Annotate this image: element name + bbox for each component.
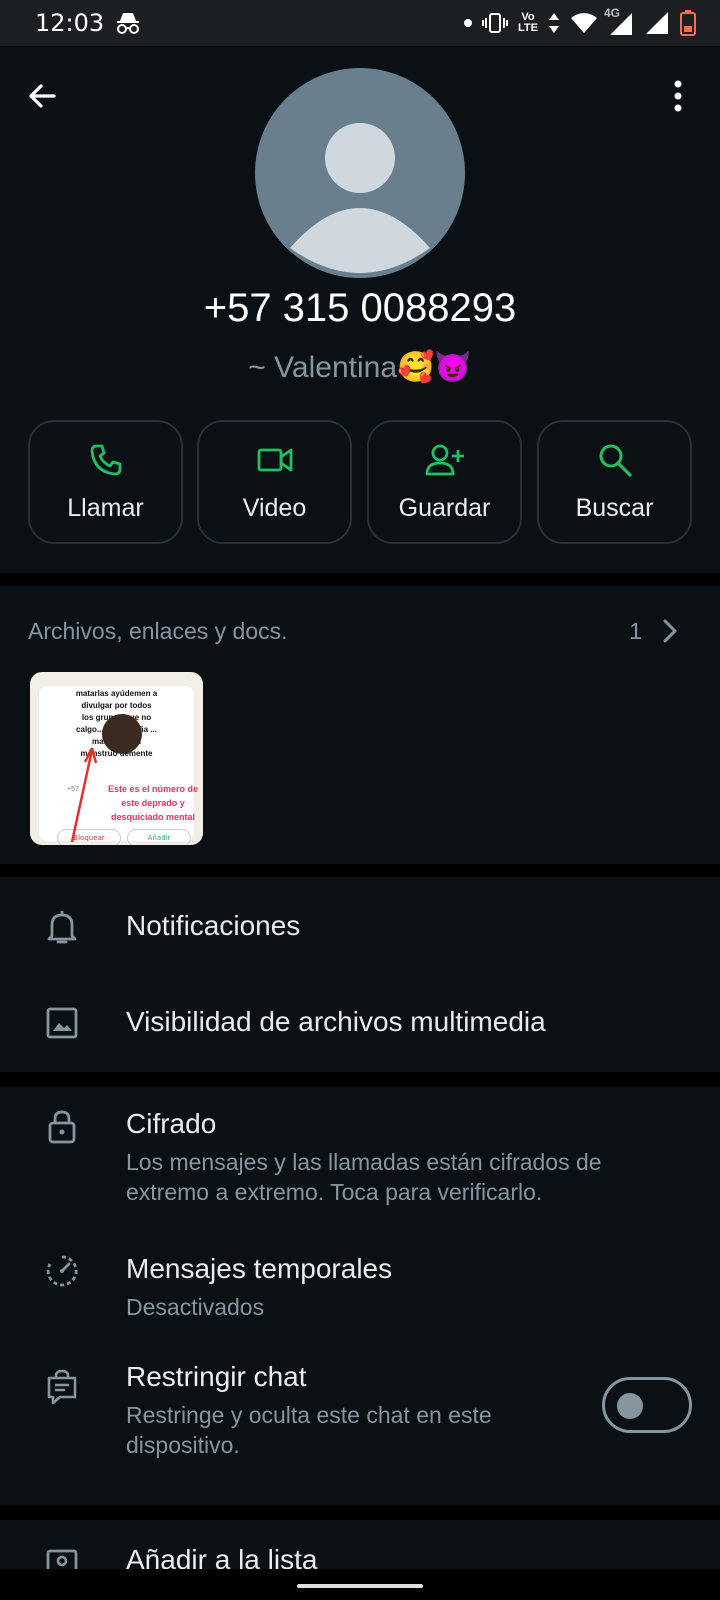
add-to-list-label: Añadir a la lista xyxy=(126,1544,318,1569)
media-count: 1 xyxy=(629,618,642,644)
encryption-row[interactable]: Cifrado Los mensajes y las llamadas está… xyxy=(0,1087,720,1215)
timer-icon xyxy=(46,1255,78,1287)
phone-icon xyxy=(90,444,121,476)
search-icon xyxy=(599,444,632,477)
gesture-navigation-bar xyxy=(0,1569,720,1600)
restrict-chat-toggle[interactable] xyxy=(602,1377,692,1433)
list-contact-icon xyxy=(46,1549,78,1569)
call-button[interactable]: Llamar xyxy=(28,420,183,544)
status-time: 12:03 xyxy=(35,9,105,37)
save-contact-label: Guardar xyxy=(398,494,491,522)
red-arrow-icon xyxy=(70,747,98,843)
chevron-right-icon[interactable] xyxy=(662,618,678,644)
status-bar: 12:03 Vo LTE 4G xyxy=(0,0,720,46)
more-options-icon[interactable] xyxy=(672,78,684,114)
contact-alias: ~ Valentina🥰😈 xyxy=(248,351,472,384)
media-section-title: Archivos, enlaces y docs. xyxy=(28,618,288,644)
disappearing-messages-title: Mensajes temporales xyxy=(126,1253,393,1284)
volte-indicator: Vo LTE xyxy=(518,12,538,34)
add-person-icon xyxy=(425,444,464,476)
notification-dot-icon xyxy=(464,19,473,27)
encryption-subtitle: Los mensajes y las llamadas están cifrad… xyxy=(126,1149,602,1205)
video-icon xyxy=(257,448,292,472)
wifi-icon xyxy=(571,13,597,33)
search-button[interactable]: Buscar xyxy=(537,420,692,544)
disappearing-messages-row[interactable]: Mensajes temporales Desactivados xyxy=(0,1215,720,1333)
vibrate-icon xyxy=(482,13,509,33)
signal-4g: 4G xyxy=(604,7,634,36)
contact-phone: +57 315 0088293 xyxy=(203,286,517,330)
contact-header: +57 315 0088293 ~ Valentina🥰😈 Llamar Vid… xyxy=(0,46,720,573)
media-thumbnail[interactable]: matarlas ayúdemen a divulgar por todos l… xyxy=(30,672,203,845)
incognito-icon xyxy=(117,13,139,34)
media-visibility-row[interactable]: Visibilidad de archivos multimedia xyxy=(0,975,720,1072)
video-button[interactable]: Video xyxy=(197,420,352,544)
notifications-row[interactable]: Notificaciones xyxy=(0,877,720,975)
data-arrows-icon xyxy=(549,13,559,33)
notifications-label: Notificaciones xyxy=(126,910,301,941)
add-to-list-row[interactable]: Añadir a la lista xyxy=(0,1520,720,1569)
image-icon xyxy=(46,1007,78,1039)
encryption-title: Cifrado xyxy=(126,1108,217,1139)
media-visibility-label: Visibilidad de archivos multimedia xyxy=(126,1006,546,1037)
avatar[interactable] xyxy=(255,68,465,278)
call-button-label: Llamar xyxy=(67,494,144,522)
volte-bottom: LTE xyxy=(518,22,538,34)
save-contact-button[interactable]: Guardar xyxy=(367,420,522,544)
restrict-chat-title: Restringir chat xyxy=(126,1361,307,1392)
toggle-knob xyxy=(617,1393,643,1419)
home-gesture-handle[interactable] xyxy=(297,1584,423,1588)
signal-icon-2 xyxy=(646,12,668,34)
action-buttons: Llamar Video Guardar Buscar xyxy=(28,420,692,544)
chat-lock-icon xyxy=(47,1369,77,1405)
settings-section-1: Notificaciones Visibilidad de archivos m… xyxy=(0,877,720,1072)
battery-icon xyxy=(680,10,696,36)
lock-icon xyxy=(48,1110,76,1144)
search-button-label: Buscar xyxy=(575,494,654,522)
settings-section-2: Cifrado Los mensajes y las llamadas está… xyxy=(0,1087,720,1505)
settings-section-3: Añadir a la lista xyxy=(0,1520,720,1569)
video-button-label: Video xyxy=(242,494,307,522)
restrict-chat-subtitle: Restringe y oculta este chat en este dis… xyxy=(126,1402,492,1458)
back-arrow-icon[interactable] xyxy=(24,78,60,114)
signal-icon xyxy=(610,13,632,35)
default-avatar-icon xyxy=(290,123,430,273)
bell-icon xyxy=(47,911,77,944)
disappearing-messages-subtitle: Desactivados xyxy=(126,1294,265,1320)
media-section[interactable]: Archivos, enlaces y docs. 1 matarlas ayú… xyxy=(0,586,720,864)
